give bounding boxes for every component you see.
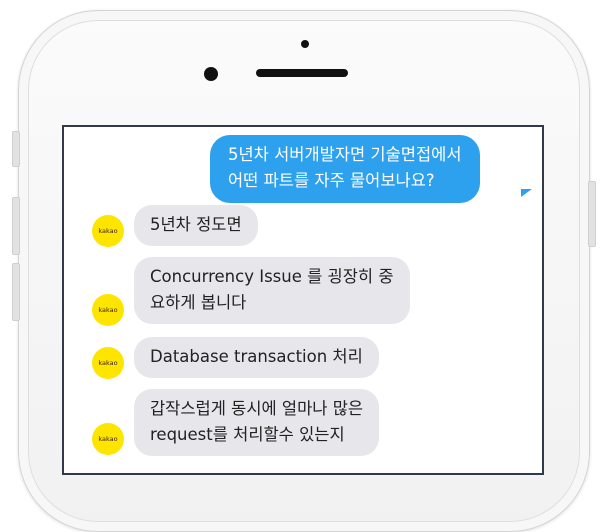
kakao-avatar[interactable]: kakao <box>92 423 124 455</box>
kakao-avatar[interactable]: kakao <box>92 347 124 379</box>
message-text-line: request를 처리할수 있는지 <box>150 425 345 444</box>
incoming-message: Concurrency Issue 를 굉장히 중 요하게 봅니다 <box>134 257 410 324</box>
message-text-line: 갑작스럽게 동시에 얼마나 많은 <box>150 399 364 418</box>
kakao-avatar[interactable]: kakao <box>92 215 124 247</box>
front-camera-icon <box>204 67 218 81</box>
kakao-avatar[interactable]: kakao <box>92 294 124 326</box>
outgoing-message-tail <box>521 189 532 197</box>
incoming-message: 5년차 정도면 <box>134 205 258 246</box>
message-text-line: 5년차 정도면 <box>150 215 242 234</box>
proximity-sensor <box>301 40 309 48</box>
message-text-line: 요하게 봅니다 <box>150 293 247 312</box>
chat-screen[interactable]: 5년차 서버개발자면 기술면접에서 어떤 파트를 자주 물어보나요? kakao… <box>62 125 544 475</box>
side-button-left-top <box>12 131 20 167</box>
message-text-line: Database transaction 처리 <box>150 347 363 366</box>
message-text-line: 5년차 서버개발자면 기술면접에서 <box>228 145 462 164</box>
outgoing-message: 5년차 서버개발자면 기술면접에서 어떤 파트를 자주 물어보나요? <box>210 135 480 203</box>
incoming-message: Database transaction 처리 <box>134 337 379 378</box>
side-button-left-mid <box>12 197 20 255</box>
message-text-line: Concurrency Issue 를 굉장히 중 <box>150 267 394 286</box>
side-button-right <box>588 181 596 247</box>
message-text-line: 어떤 파트를 자주 물어보나요? <box>228 171 435 190</box>
incoming-message: 갑작스럽게 동시에 얼마나 많은 request를 처리할수 있는지 <box>134 389 380 456</box>
side-button-left-bottom <box>12 263 20 321</box>
earpiece-speaker <box>256 69 348 77</box>
